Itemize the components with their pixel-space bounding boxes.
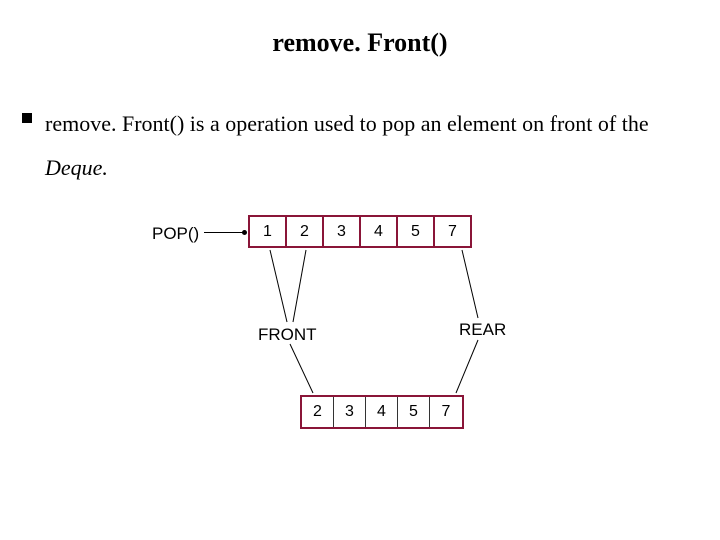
deque-cell: 2 <box>285 215 324 248</box>
deque-cell: 7 <box>430 397 462 427</box>
rear-label: REAR <box>459 320 506 340</box>
front-label: FRONT <box>258 325 317 345</box>
deque-cell: 2 <box>302 397 334 427</box>
deque-cell: 4 <box>359 215 398 248</box>
deque-cell: 7 <box>433 215 472 248</box>
desc-italic: Deque. <box>45 155 108 180</box>
deque-cell: 3 <box>334 397 366 427</box>
deque-before: 123457 <box>248 215 472 248</box>
deque-cell: 4 <box>366 397 398 427</box>
deque-cell: 1 <box>248 215 287 248</box>
description-text: remove. Front() is a operation used to p… <box>45 102 690 190</box>
pop-label: POP() <box>152 224 199 244</box>
slide-title: remove. Front() <box>0 28 720 58</box>
deque-cell: 5 <box>396 215 435 248</box>
pop-connector-dot <box>242 230 247 235</box>
deque-after: 23457 <box>300 395 464 429</box>
pop-connector-line <box>204 232 244 233</box>
deque-cell: 3 <box>322 215 361 248</box>
deque-cell: 5 <box>398 397 430 427</box>
connector-lines <box>0 0 720 540</box>
desc-main: remove. Front() is a operation used to p… <box>45 111 649 136</box>
bullet-icon <box>22 113 32 123</box>
